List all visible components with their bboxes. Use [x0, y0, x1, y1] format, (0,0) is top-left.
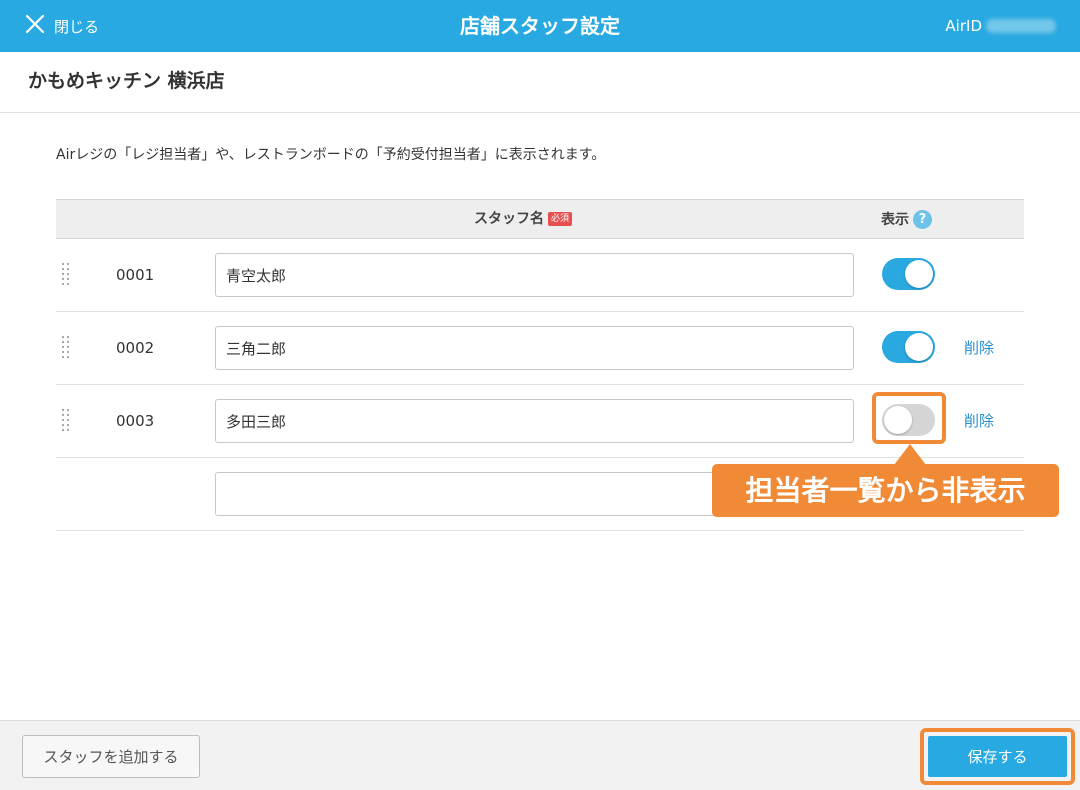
airid-label: AirID	[945, 17, 982, 35]
save-button[interactable]: 保存する	[928, 736, 1067, 777]
staff-table-header: スタッフ名 必須 表示 ?	[56, 199, 1024, 239]
save-button-highlight: 保存する	[920, 728, 1075, 785]
visibility-toggle[interactable]	[882, 258, 935, 290]
help-icon[interactable]: ?	[913, 209, 932, 229]
visibility-toggle[interactable]	[882, 331, 935, 363]
footer-bar: スタッフを追加する 保存する	[0, 720, 1080, 790]
table-row: 0001	[56, 239, 1024, 312]
close-label: 閉じる	[54, 17, 100, 36]
delete-link[interactable]: 削除	[964, 385, 994, 457]
staff-name-input[interactable]	[215, 399, 854, 443]
page-title: 店舗スタッフ設定	[460, 14, 620, 38]
staff-number: 0003	[116, 412, 155, 430]
table-row: 0003 削除	[56, 385, 1024, 458]
visibility-label: 表示	[881, 212, 909, 228]
staff-number: 0001	[116, 266, 155, 284]
airid-masked-value	[986, 19, 1056, 33]
drag-handle-icon[interactable]	[62, 336, 70, 360]
callout-arrow	[894, 444, 926, 465]
store-bar: かもめキッチン 横浜店	[0, 52, 1080, 113]
staff-name-input[interactable]	[215, 253, 854, 297]
staff-name-label: スタッフ名	[474, 211, 544, 227]
drag-handle-icon[interactable]	[62, 263, 70, 287]
required-badge: 必須	[548, 212, 573, 226]
callout-label: 担当者一覧から非表示	[712, 464, 1059, 517]
description-text: Airレジの「レジ担当者」や、レストランボードの「予約受付担当者」に表示されます…	[56, 147, 606, 163]
store-name: かもめキッチン 横浜店	[28, 70, 225, 92]
column-header-visibility: 表示 ?	[881, 200, 932, 238]
delete-link[interactable]: 削除	[964, 312, 994, 384]
add-staff-button[interactable]: スタッフを追加する	[22, 735, 200, 778]
staff-number: 0002	[116, 339, 155, 357]
staff-name-input[interactable]	[215, 326, 854, 370]
visibility-toggle[interactable]	[882, 404, 935, 436]
drag-handle-icon[interactable]	[62, 409, 70, 433]
column-header-staff-name: スタッフ名 必須	[474, 200, 573, 238]
table-row: 0002 削除	[56, 312, 1024, 385]
close-icon	[24, 13, 46, 39]
airid-display: AirID	[945, 0, 1056, 52]
close-button[interactable]: 閉じる	[24, 0, 99, 52]
app-header: 閉じる 店舗スタッフ設定 AirID	[0, 0, 1080, 52]
